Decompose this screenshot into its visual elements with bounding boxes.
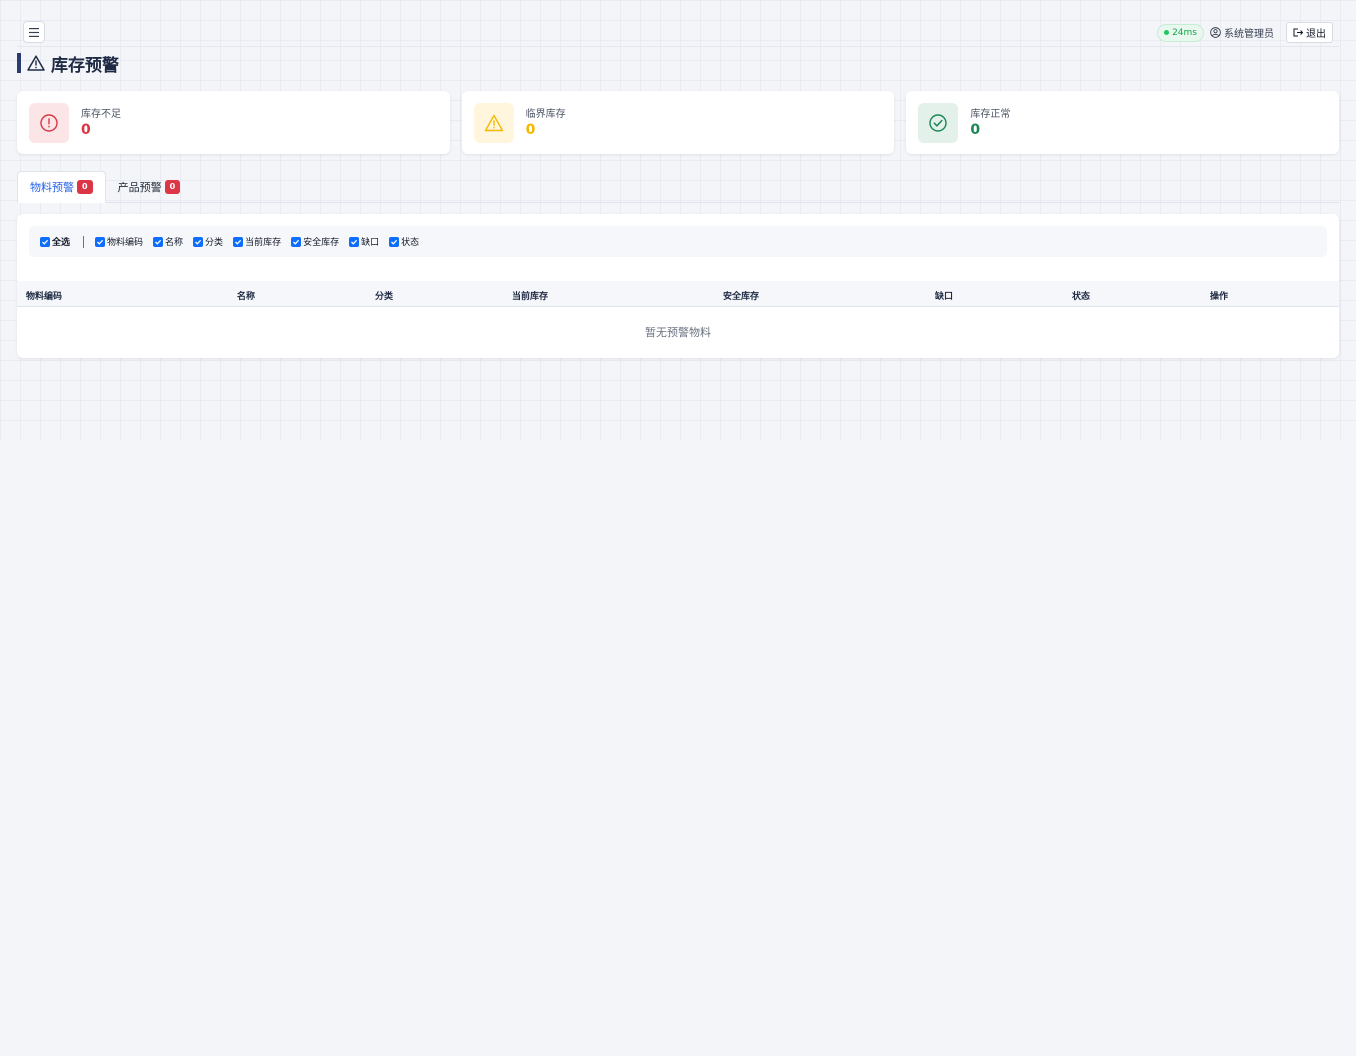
alert-circle-icon	[40, 113, 58, 132]
user-circle-icon	[1210, 27, 1221, 38]
alert-tabs: 物料预警 0 产品预警 0	[17, 171, 1339, 203]
column-checkbox-safety-stock[interactable]: 安全库存	[291, 235, 339, 248]
menu-toggle-button[interactable]	[23, 21, 45, 43]
tab-material-alert[interactable]: 物料预警 0	[17, 171, 106, 203]
top-right-controls: 24ms 系统管理员 退出	[1157, 22, 1333, 43]
status-dot-icon	[1164, 30, 1170, 35]
checkbox-label: 状态	[401, 238, 420, 248]
checkbox-label: 名称	[165, 238, 184, 248]
column-header[interactable]: 状态	[1072, 289, 1090, 302]
stat-value: 0	[81, 122, 91, 138]
stat-icon-box	[29, 102, 69, 143]
column-header[interactable]: 当前库存	[512, 289, 548, 302]
count-badge: 0	[77, 180, 93, 194]
column-checkbox-status[interactable]: 状态	[389, 235, 419, 248]
checkbox-label: 当前库存	[245, 238, 282, 248]
stat-icon-box	[473, 102, 514, 143]
logout-icon	[1293, 28, 1303, 37]
column-checkbox-category[interactable]: 分类	[193, 235, 223, 248]
latency-text: 24ms	[1172, 27, 1197, 38]
stat-card-normal: 库存正常 0	[906, 91, 1340, 154]
checkbox-checked-icon	[389, 236, 400, 247]
check-circle-icon	[929, 113, 948, 132]
logout-label: 退出	[1306, 29, 1326, 40]
page-title: 库存预警	[17, 53, 119, 76]
column-checkbox-code[interactable]: 物料编码	[95, 235, 143, 248]
checkbox-label: 缺口	[361, 238, 380, 248]
empty-state-text: 暂无预警物料	[645, 326, 711, 339]
stat-cards: 库存不足 0 临界库存 0 库存正常 0	[17, 91, 1340, 154]
stat-card-critical: 临界库存 0	[461, 91, 895, 154]
count-badge: 0	[164, 180, 181, 194]
column-checkbox-current-stock[interactable]: 当前库存	[233, 235, 281, 248]
column-header[interactable]: 分类	[375, 289, 393, 302]
checkbox-checked-icon	[40, 236, 50, 247]
checkbox-checked-icon	[233, 236, 244, 247]
checkbox-label: 分类	[205, 238, 224, 248]
stat-value: 0	[525, 122, 536, 138]
stat-label: 库存正常	[970, 109, 1011, 120]
tab-label: 物料预警	[30, 181, 74, 194]
alert-table-card: 全选 物料编码 名称 分类 当前库存 安全库存 缺口 状态 物料编码 名称 分类…	[17, 214, 1339, 358]
checkbox-checked-icon	[193, 236, 204, 247]
column-header[interactable]: 安全库存	[723, 289, 759, 302]
checkbox-checked-icon	[349, 236, 360, 247]
column-header: 操作	[1210, 292, 1229, 302]
tab-label: 产品预警	[117, 181, 162, 194]
page-title-text: 库存预警	[51, 55, 119, 76]
top-bar: 24ms 系统管理员 退出	[17, 20, 1339, 47]
user-name: 系统管理员	[1224, 29, 1274, 40]
checkbox-label: 全选	[52, 238, 71, 248]
stat-card-shortage: 库存不足 0	[17, 91, 450, 154]
latency-badge: 24ms	[1157, 23, 1204, 42]
column-checkbox-gap[interactable]: 缺口	[349, 235, 379, 248]
warning-triangle-icon	[484, 114, 503, 131]
checkbox-checked-icon	[95, 236, 106, 247]
column-filter-bar: 全选 物料编码 名称 分类 当前库存 安全库存 缺口 状态	[29, 226, 1327, 257]
checkbox-checked-icon	[291, 236, 302, 247]
column-header[interactable]: 名称	[237, 289, 255, 302]
tab-product-alert[interactable]: 产品预警 0	[106, 171, 193, 203]
column-header[interactable]: 物料编码	[26, 289, 62, 302]
stat-label: 临界库存	[525, 109, 566, 120]
select-all-checkbox[interactable]: 全选	[40, 235, 70, 248]
column-header[interactable]: 缺口	[935, 289, 953, 302]
divider	[83, 235, 85, 248]
stat-icon-box	[918, 102, 959, 143]
user-info[interactable]: 系统管理员	[1210, 25, 1274, 40]
checkbox-label: 物料编码	[107, 238, 144, 248]
table-header: 物料编码 名称 分类 当前库存 安全库存 缺口 状态 操作	[17, 281, 1339, 307]
warning-triangle-icon	[27, 55, 45, 71]
logout-button[interactable]: 退出	[1286, 22, 1333, 43]
stat-label: 库存不足	[81, 109, 121, 120]
stat-value: 0	[970, 122, 981, 138]
column-checkbox-name[interactable]: 名称	[153, 235, 183, 248]
hamburger-icon	[29, 27, 39, 37]
checkbox-label: 安全库存	[303, 238, 340, 248]
checkbox-checked-icon	[153, 236, 164, 247]
